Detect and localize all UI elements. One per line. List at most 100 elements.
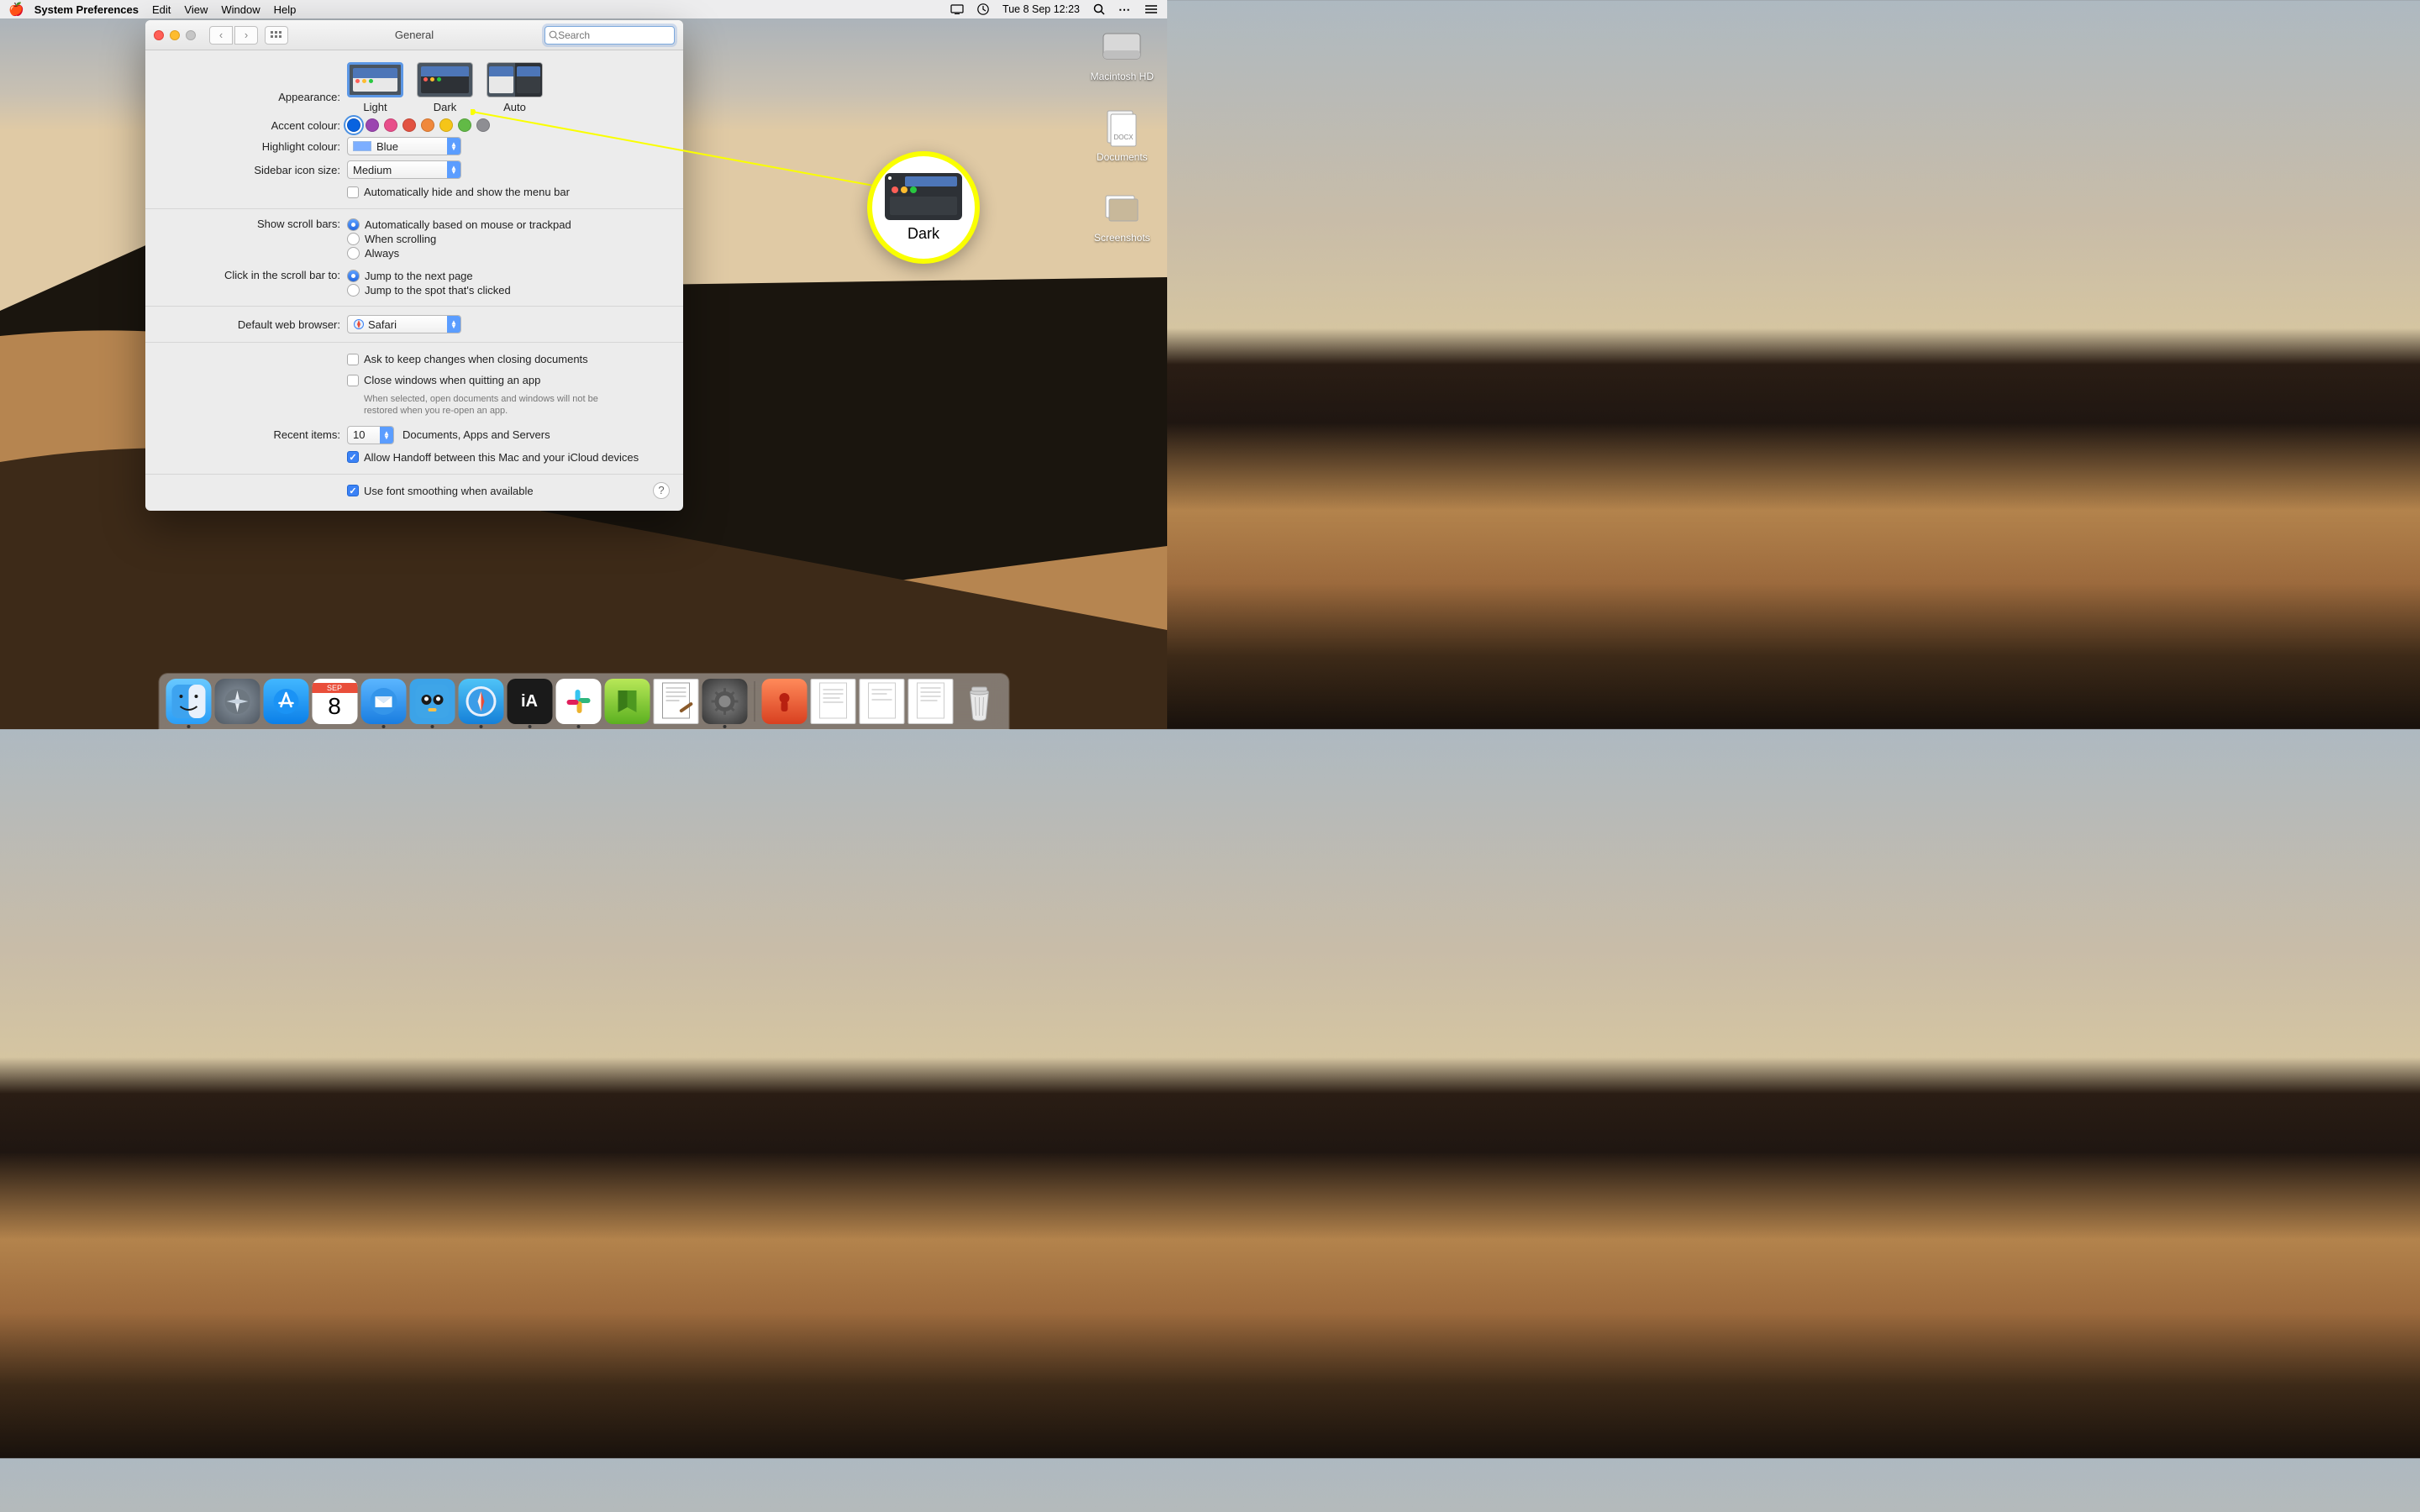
autohide-menubar-label: Automatically hide and show the menu bar xyxy=(364,186,570,198)
window-titlebar[interactable]: ‹ › General xyxy=(145,20,683,50)
menu-edit[interactable]: Edit xyxy=(152,3,171,16)
appearance-light-label: Light xyxy=(363,101,387,113)
accent-green[interactable] xyxy=(458,118,471,132)
show-all-button[interactable] xyxy=(265,26,288,45)
timemachine-icon[interactable] xyxy=(977,3,989,15)
browser-value: Safari xyxy=(368,318,397,331)
close-windows-checkbox[interactable]: Close windows when quitting an app xyxy=(347,372,666,388)
search-input[interactable] xyxy=(558,29,671,41)
scroll-click-spot-radio[interactable]: Jump to the spot that's clicked xyxy=(347,283,666,297)
highlight-select[interactable]: Blue ▲▼ xyxy=(347,137,461,155)
accent-pink[interactable] xyxy=(384,118,397,132)
dock-system-preferences[interactable] xyxy=(702,679,747,724)
highlight-value: Blue xyxy=(376,140,398,153)
recent-select[interactable]: 10 ▲▼ xyxy=(347,426,394,444)
dock-stack-3[interactable] xyxy=(859,679,904,724)
dock-ia-writer[interactable]: iA xyxy=(507,679,552,724)
dock-stack-2[interactable] xyxy=(810,679,855,724)
appearance-dark-label: Dark xyxy=(434,101,456,113)
help-button[interactable]: ? xyxy=(653,482,670,499)
sidebar-size-label: Sidebar icon size: xyxy=(162,164,347,176)
desktop-icon-macintosh-hd[interactable]: Macintosh HD xyxy=(1091,25,1154,82)
separator xyxy=(145,208,683,209)
dock-stack-4[interactable] xyxy=(908,679,953,724)
accent-yellow[interactable] xyxy=(439,118,453,132)
window-minimize-button[interactable] xyxy=(170,30,180,40)
scroll-click-label: Click in the scroll bar to: xyxy=(162,269,347,281)
dock-appstore[interactable] xyxy=(263,679,308,724)
scrollbars-scrolling-radio[interactable]: When scrolling xyxy=(347,232,666,246)
notification-center-icon[interactable] xyxy=(1145,4,1159,14)
system-preferences-window: ‹ › General Appearance: Light Dark xyxy=(145,20,683,511)
dock-textedit[interactable] xyxy=(653,679,698,724)
browser-label: Default web browser: xyxy=(162,318,347,331)
scrollbars-always-radio[interactable]: Always xyxy=(347,246,666,260)
window-zoom-button[interactable] xyxy=(186,30,196,40)
recent-label: Recent items: xyxy=(162,428,347,441)
screenshots-folder-icon xyxy=(1099,186,1144,228)
accent-label: Accent colour: xyxy=(162,119,347,132)
siri-icon[interactable]: ⋯ xyxy=(1118,3,1132,17)
svg-text:DOCX: DOCX xyxy=(1114,134,1134,141)
spotlight-icon[interactable] xyxy=(1093,3,1105,15)
window-close-button[interactable] xyxy=(154,30,164,40)
autohide-menubar-checkbox[interactable]: Automatically hide and show the menu bar xyxy=(347,184,666,200)
apple-menu-icon[interactable]: 🍎 xyxy=(8,2,24,17)
scroll-click-page-radio[interactable]: Jump to the next page xyxy=(347,269,666,283)
nav-forward-button[interactable]: › xyxy=(234,26,258,45)
appearance-label: Appearance: xyxy=(162,62,347,103)
menu-help[interactable]: Help xyxy=(274,3,297,16)
accent-graphite[interactable] xyxy=(476,118,490,132)
accent-blue[interactable] xyxy=(347,118,360,132)
nav-back-button[interactable]: ‹ xyxy=(209,26,233,45)
dock-safari[interactable] xyxy=(458,679,503,724)
accent-swatches xyxy=(347,118,666,132)
sidebar-size-value: Medium xyxy=(353,164,392,176)
dock-kindle[interactable] xyxy=(604,679,650,724)
appearance-option-light[interactable]: Light xyxy=(347,62,403,113)
dock-finder[interactable] xyxy=(166,679,211,724)
recent-value: 10 xyxy=(353,428,365,441)
menubar-clock[interactable]: Tue 8 Sep 12:23 xyxy=(1002,3,1080,15)
accent-orange[interactable] xyxy=(421,118,434,132)
accent-purple[interactable] xyxy=(366,118,379,132)
browser-select[interactable]: Safari ▲▼ xyxy=(347,315,461,333)
search-icon xyxy=(549,30,558,40)
dock-mail[interactable] xyxy=(360,679,406,724)
hard-drive-icon xyxy=(1099,25,1144,67)
font-smoothing-checkbox[interactable]: Use font smoothing when available xyxy=(347,483,666,499)
documents-folder-icon: DOCX xyxy=(1099,106,1144,148)
highlight-chip-icon xyxy=(353,141,371,151)
dock-calendar[interactable]: SEP 8 xyxy=(312,679,357,724)
dock-stack-1[interactable] xyxy=(761,679,807,724)
desktop-icon-screenshots[interactable]: Screenshots xyxy=(1094,186,1150,244)
appearance-option-dark[interactable]: Dark xyxy=(417,62,473,113)
menu-app-name[interactable]: System Preferences xyxy=(34,3,139,16)
dock-tweetbot[interactable] xyxy=(409,679,455,724)
close-windows-help: When selected, open documents and window… xyxy=(347,393,666,417)
accent-red[interactable] xyxy=(402,118,416,132)
menubar: 🍎 System Preferences Edit View Window He… xyxy=(0,0,1167,18)
chevron-updown-icon: ▲▼ xyxy=(447,138,460,155)
dock-trash[interactable] xyxy=(956,679,1002,724)
sidebar-size-select[interactable]: Medium ▲▼ xyxy=(347,160,461,179)
window-title: General xyxy=(395,29,434,41)
callout-dark-thumb xyxy=(885,173,962,220)
ask-changes-checkbox[interactable]: Ask to keep changes when closing documen… xyxy=(347,351,666,367)
handoff-checkbox[interactable]: Allow Handoff between this Mac and your … xyxy=(347,449,666,465)
dock-slack[interactable] xyxy=(555,679,601,724)
display-icon[interactable] xyxy=(950,4,964,14)
menu-view[interactable]: View xyxy=(184,3,208,16)
dock-launchpad[interactable] xyxy=(214,679,260,724)
appearance-auto-label: Auto xyxy=(503,101,526,113)
scrollbars-auto-radio[interactable]: Automatically based on mouse or trackpad xyxy=(347,218,666,232)
appearance-option-auto[interactable]: Auto xyxy=(487,62,543,113)
callout-bubble: Dark xyxy=(867,151,980,264)
menu-window[interactable]: Window xyxy=(221,3,260,16)
safari-icon xyxy=(353,318,365,330)
desktop-icon-documents[interactable]: DOCX Documents xyxy=(1097,106,1148,163)
scrollbars-label: Show scroll bars: xyxy=(162,218,347,230)
dock: SEP 8 iA xyxy=(159,674,1008,729)
search-field[interactable] xyxy=(544,26,675,45)
separator xyxy=(145,342,683,343)
